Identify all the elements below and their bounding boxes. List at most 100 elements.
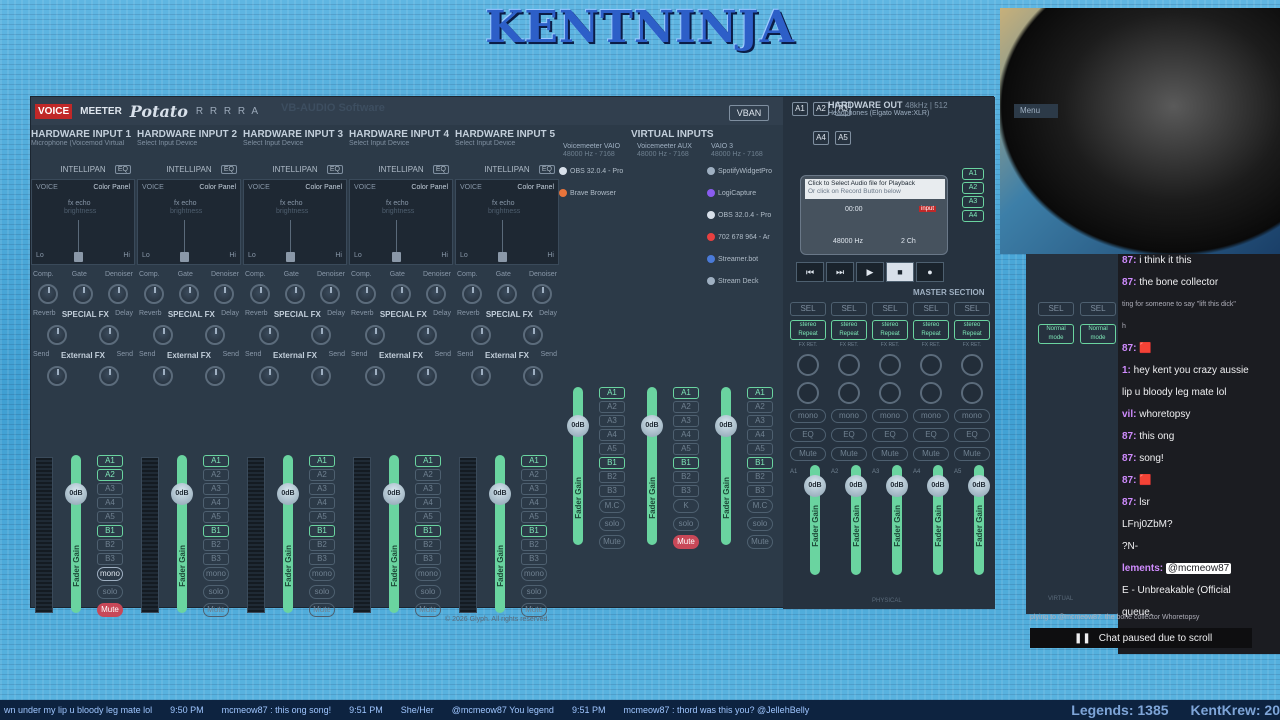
- comp-knob[interactable]: [356, 284, 377, 304]
- chat-panel[interactable]: 87: i think it this 87: the bone collecto…: [1118, 254, 1280, 654]
- bus-a4-button[interactable]: A4: [747, 429, 773, 441]
- mute-button[interactable]: Mute: [599, 535, 625, 549]
- bus-a4-button[interactable]: A4: [415, 497, 441, 509]
- side-bus-a2[interactable]: A2: [962, 182, 984, 194]
- mono-button[interactable]: mono: [97, 567, 123, 581]
- chat-message[interactable]: ?N-: [1122, 540, 1280, 553]
- bus-a4-button[interactable]: A4: [309, 497, 335, 509]
- mc-button[interactable]: M.C: [599, 499, 625, 513]
- hardware-out-device[interactable]: Headphones (Elgato Wave:XLR): [828, 110, 929, 117]
- mute-button[interactable]: Mute: [747, 535, 773, 549]
- send2-knob[interactable]: [523, 366, 543, 386]
- app-item[interactable]: Stream Deck: [707, 275, 772, 287]
- bus-b3-button[interactable]: B3: [203, 553, 229, 565]
- bus-a3-button[interactable]: A3: [309, 483, 335, 495]
- chat-message[interactable]: 87: 🟥: [1122, 342, 1280, 355]
- bus-a2-button[interactable]: A2: [97, 469, 123, 481]
- sel-button[interactable]: SEL: [1080, 302, 1116, 316]
- comp-knob[interactable]: [250, 284, 271, 304]
- master-eq-button[interactable]: EQ: [790, 428, 826, 442]
- denoiser-knob[interactable]: [425, 284, 446, 304]
- reverb-knob[interactable]: [47, 325, 67, 345]
- reverb-knob[interactable]: [471, 325, 491, 345]
- denoiser-knob[interactable]: [213, 284, 234, 304]
- app-item[interactable]: OBS 32.0.4 - Pro: [707, 209, 772, 221]
- app-item[interactable]: Brave Browser: [559, 187, 623, 199]
- reverb-knob[interactable]: [365, 325, 385, 345]
- comp-knob[interactable]: [462, 284, 483, 304]
- fx-return-knob-2[interactable]: [879, 382, 901, 404]
- bus-a5-button[interactable]: A5: [203, 511, 229, 523]
- bus-b2-button[interactable]: B2: [673, 471, 699, 483]
- mute-button[interactable]: Mute: [203, 603, 229, 617]
- stereo-repeat-button[interactable]: stereo Repeat: [790, 320, 826, 340]
- bus-a2-button[interactable]: A2: [521, 469, 547, 481]
- bus-a3-button[interactable]: A3: [521, 483, 547, 495]
- fx-return-knob-1[interactable]: [961, 354, 983, 376]
- bus-a5-button[interactable]: A5: [309, 511, 335, 523]
- intellipan-panel[interactable]: VOICE Color Panel fx echo brightness Lo …: [137, 179, 241, 265]
- bus-a3-button[interactable]: A3: [599, 415, 625, 427]
- app-item[interactable]: 702 678 964 - Ar: [707, 231, 772, 243]
- denoiser-knob[interactable]: [319, 284, 340, 304]
- chat-message[interactable]: E - Unbreakable (Official: [1122, 584, 1280, 597]
- denoiser-knob[interactable]: [107, 284, 128, 304]
- bus-b1-button[interactable]: B1: [747, 457, 773, 469]
- bus-a1-button[interactable]: A1: [97, 455, 123, 467]
- fx-return-knob-1[interactable]: [797, 354, 819, 376]
- fader-handle[interactable]: 0dB: [567, 415, 589, 437]
- bus-a2-button[interactable]: A2: [203, 469, 229, 481]
- send2-knob[interactable]: [205, 366, 225, 386]
- hardware-input-4-header[interactable]: HARDWARE INPUT 4 Select Input Device: [349, 129, 455, 147]
- chat-message[interactable]: 87: i think it this: [1122, 254, 1280, 267]
- chat-message[interactable]: 87: song!: [1122, 452, 1280, 465]
- hw-out-a5-button[interactable]: A5: [835, 131, 851, 145]
- fader-gain-slider[interactable]: [177, 455, 187, 613]
- fx-return-knob-1[interactable]: [879, 354, 901, 376]
- side-bus-a1[interactable]: A1: [962, 168, 984, 180]
- master-mute-button[interactable]: Mute: [790, 447, 826, 461]
- pan-handle[interactable]: [180, 252, 189, 262]
- eq-button[interactable]: EQ: [326, 165, 343, 174]
- chat-username[interactable]: lements:: [1122, 563, 1163, 574]
- bus-a5-button[interactable]: A5: [415, 511, 441, 523]
- master-mute-button[interactable]: Mute: [872, 447, 908, 461]
- bus-b3-button[interactable]: B3: [747, 485, 773, 497]
- fader-handle[interactable]: 0dB: [383, 483, 405, 505]
- hardware-input-3-header[interactable]: HARDWARE INPUT 3 Select Input Device: [243, 129, 349, 147]
- master-mono-button[interactable]: mono: [790, 409, 826, 423]
- chat-message[interactable]: lip u bloody leg mate lol: [1122, 386, 1280, 399]
- bus-a1-button[interactable]: A1: [673, 387, 699, 399]
- mono-button[interactable]: mono: [309, 567, 335, 581]
- vban-button[interactable]: VBAN: [729, 105, 769, 121]
- bus-a2-button[interactable]: A2: [309, 469, 335, 481]
- hardware-input-5-header[interactable]: HARDWARE INPUT 5 Select Input Device: [455, 129, 561, 147]
- fader-handle[interactable]: 0dB: [65, 483, 87, 505]
- send2-knob[interactable]: [417, 366, 437, 386]
- hw-out-a4-button[interactable]: A4: [813, 131, 829, 145]
- fader-gain-slider[interactable]: [71, 455, 81, 613]
- master-mute-button[interactable]: Mute: [954, 447, 990, 461]
- bus-b3-button[interactable]: B3: [309, 553, 335, 565]
- bus-b1-button[interactable]: B1: [521, 525, 547, 537]
- record-button[interactable]: ●: [916, 262, 944, 282]
- mute-button[interactable]: Mute: [521, 603, 547, 617]
- bus-b1-button[interactable]: B1: [97, 525, 123, 537]
- fader-handle[interactable]: 0dB: [489, 483, 511, 505]
- bus-b3-button[interactable]: B3: [599, 485, 625, 497]
- bus-b2-button[interactable]: B2: [97, 539, 123, 551]
- intellipan-panel[interactable]: VOICE Color Panel fx echo brightness Lo …: [31, 179, 135, 265]
- send1-knob[interactable]: [47, 366, 67, 386]
- fx-return-knob-2[interactable]: [920, 382, 942, 404]
- bus-b1-button[interactable]: B1: [203, 525, 229, 537]
- chat-message[interactable]: 1: hey kent you crazy aussie: [1122, 364, 1280, 377]
- send1-knob[interactable]: [365, 366, 385, 386]
- mute-button[interactable]: Mute: [673, 535, 699, 549]
- delay-knob[interactable]: [205, 325, 225, 345]
- stereo-repeat-button[interactable]: stereo Repeat: [954, 320, 990, 340]
- chat-message[interactable]: ting for someone to say "lift this dick": [1122, 298, 1280, 311]
- bus-a2-button[interactable]: A2: [599, 401, 625, 413]
- bus-b2-button[interactable]: B2: [415, 539, 441, 551]
- bus-b2-button[interactable]: B2: [599, 471, 625, 483]
- chat-message[interactable]: 87: the bone collector: [1122, 276, 1280, 289]
